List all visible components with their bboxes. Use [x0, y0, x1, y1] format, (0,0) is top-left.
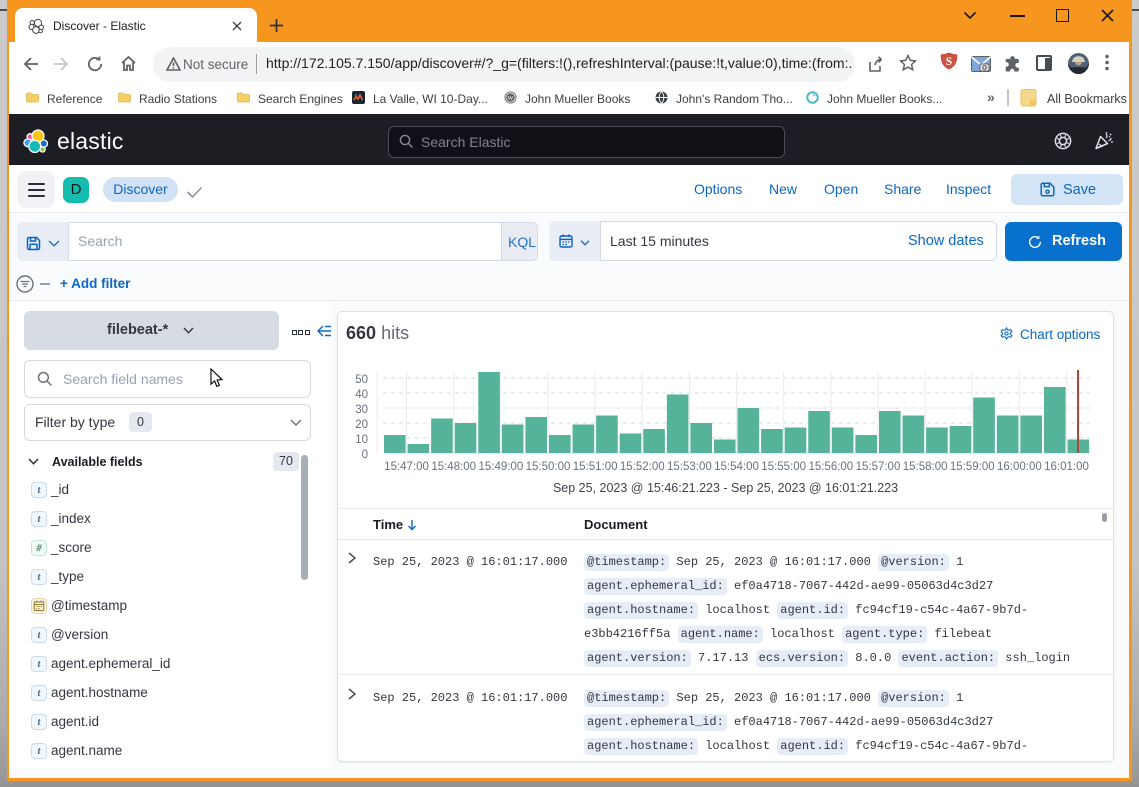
svg-text:S: S: [946, 56, 952, 68]
svg-text:W: W: [507, 95, 514, 102]
